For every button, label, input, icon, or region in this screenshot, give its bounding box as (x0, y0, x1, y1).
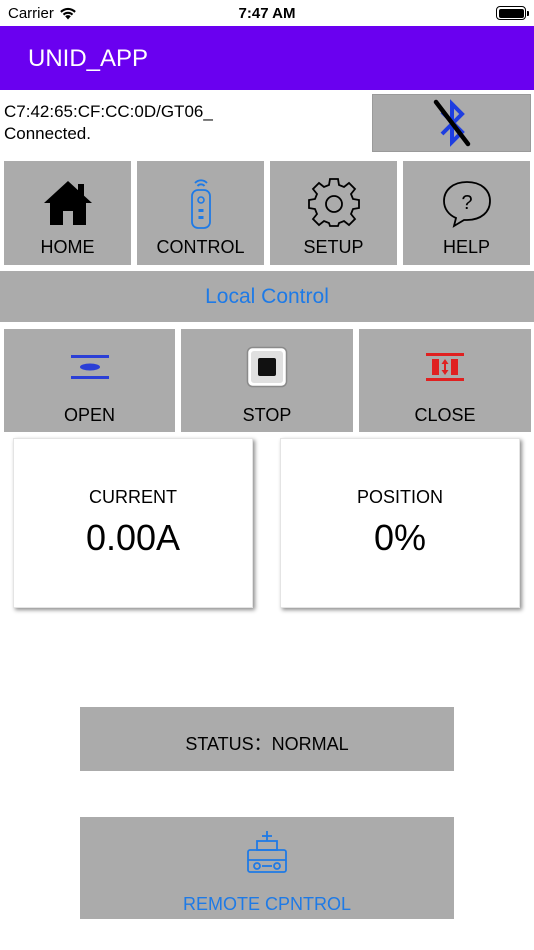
status-bar: Carrier 7:47 AM (0, 0, 534, 26)
open-label: OPEN (63, 405, 115, 425)
stop-button[interactable]: STOP (181, 329, 353, 432)
nav-help-label: HELP (442, 237, 491, 257)
current-value: 0.00A (85, 517, 181, 558)
gear-icon (307, 178, 360, 227)
status-text: STATUS：NORMAL (185, 734, 349, 754)
current-label: CURRENT (89, 487, 177, 507)
remote-control-label: REMOTE CPNTROL (182, 894, 351, 914)
position-card: POSITION 0% (280, 438, 520, 608)
nav-help[interactable]: ? HELP (403, 161, 530, 265)
device-info: C7:42:65:CF:CC:0D/GT06_ Connected. (4, 101, 213, 145)
nav-home-label: HOME (40, 237, 95, 257)
clock: 7:47 AM (238, 5, 296, 22)
nav-control-label: CONTROL (156, 237, 245, 257)
nav-home[interactable]: HOME (4, 161, 131, 265)
section-title: Local Control (205, 285, 329, 308)
current-card: CURRENT 0.00A (13, 438, 253, 608)
remote-control-icon (247, 831, 287, 873)
remote-control-button[interactable]: REMOTE CPNTROL (80, 817, 454, 919)
home-icon (43, 181, 92, 225)
bluetooth-button[interactable] (372, 94, 531, 152)
nav-setup[interactable]: SETUP (270, 161, 397, 265)
close-icon (426, 353, 464, 381)
section-header: Local Control (0, 271, 534, 322)
remote-icon (190, 179, 211, 229)
svg-text:?: ? (461, 192, 472, 214)
nav-setup-label: SETUP (303, 237, 364, 257)
help-icon: ? (442, 181, 491, 228)
connection-status: Connected. (4, 124, 91, 143)
close-button[interactable]: CLOSE (359, 329, 531, 432)
app-header: UNID_APP (0, 26, 534, 90)
status-box: STATUS：NORMAL (80, 707, 454, 771)
stop-label: STOP (242, 405, 292, 425)
position-label: POSITION (356, 487, 443, 507)
device-address: C7:42:65:CF:CC:0D/GT06_ (4, 102, 213, 121)
position-value: 0% (373, 517, 427, 558)
close-label: CLOSE (414, 405, 476, 425)
open-icon (70, 355, 109, 379)
open-button[interactable]: OPEN (4, 329, 175, 432)
app-title: UNID_APP (28, 45, 149, 72)
stop-icon (246, 346, 288, 388)
bluetooth-disabled-icon (433, 99, 470, 147)
battery-icon (496, 6, 529, 20)
nav-control[interactable]: CONTROL (137, 161, 264, 265)
